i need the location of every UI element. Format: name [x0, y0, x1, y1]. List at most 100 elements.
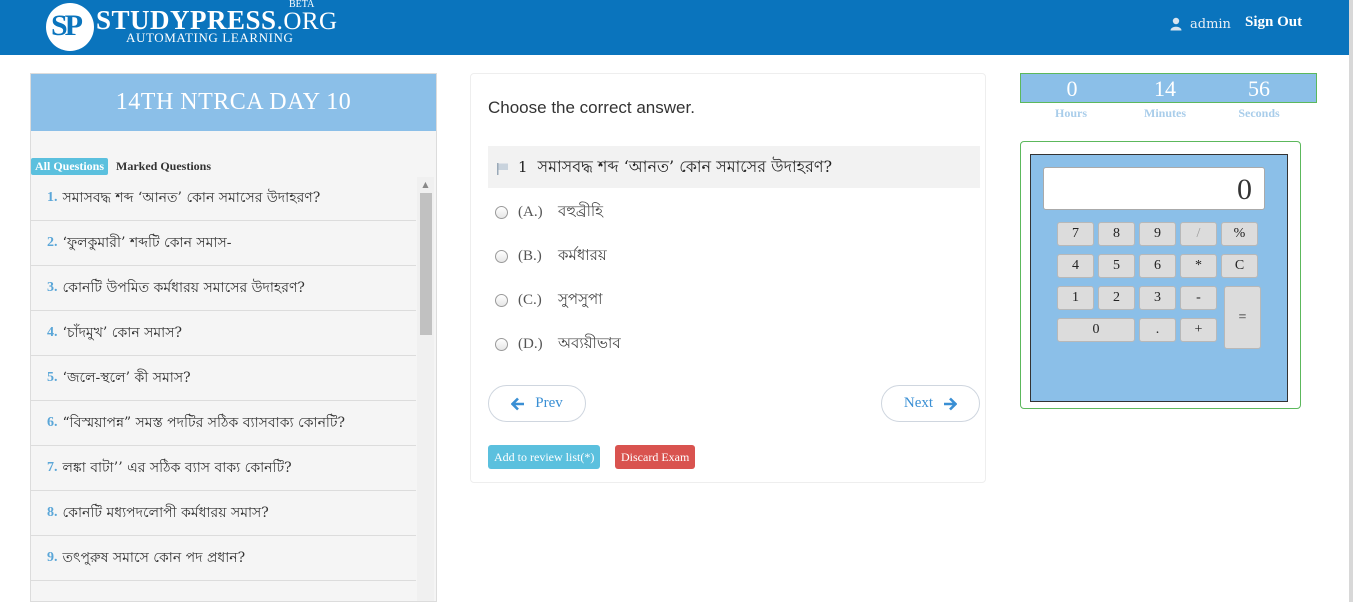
question-list-item[interactable]: 6. “বিস্ময়াপন্ন” সমস্ত পদটির সঠিক ব্যাসব… — [31, 401, 416, 446]
question-text: তৎপুরুষ সমাসে কোন পদ প্রধান? — [62, 550, 246, 566]
calc-key-2[interactable]: 2 — [1098, 286, 1135, 310]
question-list-item[interactable] — [31, 581, 416, 601]
logo-circle-icon: SP — [46, 3, 94, 51]
calc-key-clear[interactable]: C — [1221, 254, 1258, 278]
calc-key-5[interactable]: 5 — [1098, 254, 1135, 278]
option-letter: (A.) — [518, 203, 543, 220]
logo-tagline: AUTOMATING LEARNING — [126, 30, 294, 45]
studypress-logo[interactable]: SP STUDYPRESS.ORG BETA AUTOMATING LEARNI… — [46, 0, 346, 53]
answer-option-b[interactable]: (B.) কর্মধারয় — [495, 246, 607, 266]
question-filter-tabs: All Questions Marked Questions — [31, 157, 211, 175]
option-radio[interactable] — [495, 249, 508, 263]
calc-key-subtract[interactable]: - — [1180, 286, 1217, 310]
calc-key-7[interactable]: 7 — [1057, 222, 1094, 246]
question-list-item[interactable]: 3. কোনটি উপমিত কর্মধারয় সমাসের উদাহরণ? — [31, 266, 416, 311]
calc-key-percent[interactable]: % — [1221, 222, 1258, 246]
question-list-item[interactable]: 8. কোনটি মধ্যপদলোপী কর্মধারয় সমাস? — [31, 491, 416, 536]
exam-title: 14TH NTRCA DAY 10 — [115, 89, 352, 115]
question-list-item[interactable]: 2. ‘ফুলকুমারী’ শব্দটি কোন সমাস- — [31, 221, 416, 266]
user-name: admin — [1190, 16, 1231, 32]
exam-timer: 0 14 56 — [1020, 73, 1317, 103]
next-button[interactable]: Next — [881, 385, 980, 422]
top-navbar: SP STUDYPRESS.ORG BETA AUTOMATING LEARNI… — [0, 0, 1349, 55]
calc-key-add[interactable]: + — [1180, 318, 1217, 342]
calc-key-1[interactable]: 1 — [1057, 286, 1094, 310]
calc-key-decimal[interactable]: . — [1139, 318, 1176, 342]
question-number: 2. — [47, 235, 58, 250]
calc-key-6[interactable]: 6 — [1139, 254, 1176, 278]
calc-key-3[interactable]: 3 — [1139, 286, 1176, 310]
question-text: ‘ফুলকুমারী’ শব্দটি কোন সমাস- — [62, 235, 232, 251]
option-text: কর্মধারয় — [558, 245, 607, 264]
question-list-item[interactable]: 7. লঙ্কা বাটা’’ এর সঠিক ব্যাস বাক্য কোনটি… — [31, 446, 416, 491]
calc-key-divide[interactable]: / — [1180, 222, 1217, 246]
question-instruction: Choose the correct answer. — [488, 98, 695, 117]
question-header: 1 সমাসবদ্ধ শব্দ ‘আনত’ কোন সমাসের উদাহরণ? — [488, 146, 980, 188]
add-to-review-button[interactable]: Add to review list(*) — [488, 445, 601, 469]
question-text: সমাসবদ্ধ শব্দ ‘আনত’ কোন সমাসের উদাহরণ? — [62, 190, 321, 206]
question-list-item[interactable]: 4. ‘চাঁদমুখ’ কোন সমাস? — [31, 311, 416, 356]
page-scroll-edge — [1349, 0, 1353, 602]
question-text: কোনটি উপমিত কর্মধারয় সমাসের উদাহরণ? — [62, 280, 305, 296]
question-text: লঙ্কা বাটা’’ এর সঠিক ব্যাস বাক্য কোনটি? — [62, 460, 292, 476]
answer-option-d[interactable]: (D.) অব্যয়ীভাব — [495, 334, 621, 354]
prev-button[interactable]: Prev — [488, 385, 586, 422]
question-number: 3. — [47, 280, 58, 295]
calculator-display: 0 — [1043, 167, 1265, 210]
calc-key-0[interactable]: 0 — [1057, 318, 1135, 342]
discard-exam-button[interactable]: Discard Exam — [615, 445, 696, 469]
arrow-right-icon — [944, 397, 958, 410]
question-list-item[interactable]: 1. সমাসবদ্ধ শব্দ ‘আনত’ কোন সমাসের উদাহরণ? — [31, 176, 416, 221]
question-number: 9. — [47, 550, 58, 565]
question-list: 1. সমাসবদ্ধ শব্দ ‘আনত’ কোন সমাসের উদাহরণ?… — [31, 176, 416, 601]
calc-key-equals[interactable]: = — [1224, 286, 1261, 349]
calc-key-multiply[interactable]: * — [1180, 254, 1217, 278]
user-menu[interactable]: admin — [1170, 14, 1231, 34]
question-text: ‘জলে-স্থলে’ কী সমাস? — [62, 370, 191, 386]
calculator-panel: 0 7 8 9 / % 4 5 6 * C 1 2 3 - = 0 . + — [1020, 141, 1301, 409]
scroll-up-arrow-icon[interactable]: ▲ — [417, 177, 434, 191]
next-label: Next — [903, 395, 934, 411]
option-text: বহুব্রীহি — [558, 201, 604, 220]
prev-label: Prev — [535, 395, 563, 411]
timer-minutes: 14 — [1154, 76, 1176, 101]
tab-all-questions[interactable]: All Questions — [31, 157, 109, 175]
option-radio[interactable] — [495, 205, 508, 219]
option-radio[interactable] — [495, 337, 508, 351]
question-number: 6. — [47, 415, 58, 430]
option-text: অব্যয়ীভাব — [558, 333, 621, 352]
question-text: ‘চাঁদমুখ’ কোন সমাস? — [62, 325, 182, 341]
timer-minutes-label: Minutes — [1144, 106, 1186, 120]
answer-option-a[interactable]: (A.) বহুব্রীহি — [495, 202, 603, 222]
question-sidebar: 14TH NTRCA DAY 10 All Questions Marked Q… — [30, 73, 437, 602]
arrow-left-icon — [511, 397, 525, 410]
scroll-thumb[interactable] — [420, 193, 432, 335]
calc-key-4[interactable]: 4 — [1057, 254, 1094, 278]
tab-marked-questions[interactable]: Marked Questions — [116, 159, 211, 174]
flag-icon[interactable] — [496, 162, 510, 176]
question-number: 1 — [518, 158, 528, 176]
question-list-item[interactable]: 5. ‘জলে-স্থলে’ কী সমাস? — [31, 356, 416, 401]
question-text: “বিস্ময়াপন্ন” সমস্ত পদটির সঠিক ব্যাসবাক… — [62, 415, 346, 431]
sign-out-link[interactable]: Sign Out — [1245, 14, 1302, 31]
timer-hours-label: Hours — [1054, 106, 1087, 120]
timer-seconds: 56 — [1248, 76, 1270, 101]
timer-seconds-label: Seconds — [1238, 106, 1280, 120]
timer-hours: 0 — [1066, 76, 1078, 101]
question-number: 8. — [47, 505, 58, 520]
user-icon — [1170, 17, 1182, 31]
calculator: 0 7 8 9 / % 4 5 6 * C 1 2 3 - = 0 . + — [1030, 154, 1288, 402]
logo-mark: SP — [51, 9, 83, 42]
question-text: সমাসবদ্ধ শব্দ ‘আনত’ কোন সমাসের উদাহরণ? — [537, 156, 833, 176]
answer-option-c[interactable]: (C.) সুপসুপা — [495, 290, 603, 310]
question-number: 1. — [47, 190, 58, 205]
question-list-scrollbar[interactable]: ▲ — [417, 177, 434, 601]
question-number: 5. — [47, 370, 58, 385]
option-letter: (D.) — [518, 335, 543, 352]
calc-key-8[interactable]: 8 — [1098, 222, 1135, 246]
option-radio[interactable] — [495, 293, 508, 307]
calc-key-9[interactable]: 9 — [1139, 222, 1176, 246]
question-list-item[interactable]: 9. তৎপুরুষ সমাসে কোন পদ প্রধান? — [31, 536, 416, 581]
option-letter: (B.) — [518, 247, 542, 264]
question-text: কোনটি মধ্যপদলোপী কর্মধারয় সমাস? — [62, 505, 269, 521]
